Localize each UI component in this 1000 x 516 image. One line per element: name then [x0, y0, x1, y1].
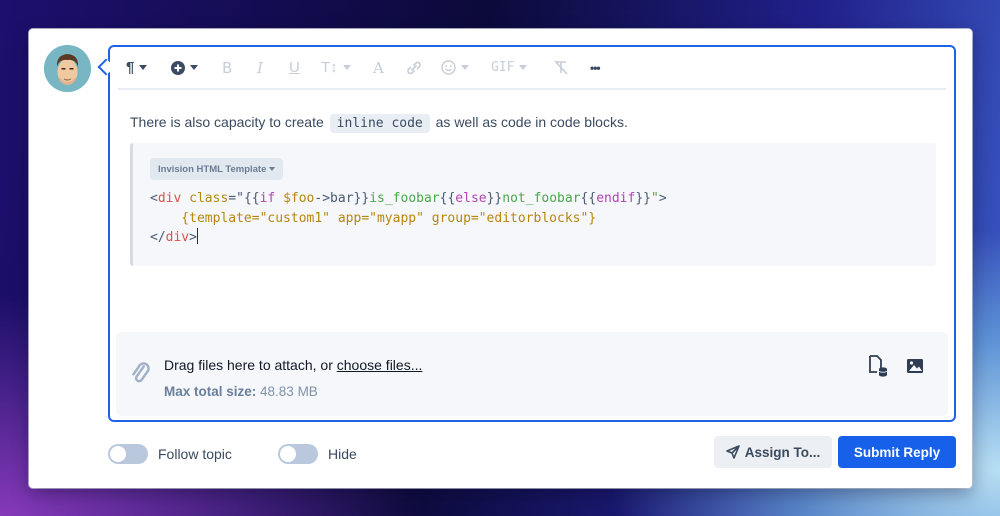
toggle-switch[interactable]	[278, 444, 318, 464]
clear-formatting-icon	[554, 60, 568, 75]
code-token: {{	[243, 191, 260, 206]
bold-icon: B	[222, 58, 233, 77]
smile-icon	[441, 60, 456, 75]
drag-text: Drag files here to attach, or	[164, 357, 337, 373]
max-size: Max total size: 48.83 MB	[164, 384, 318, 399]
paragraph: There is also capacity to create inline …	[130, 111, 934, 135]
user-face-icon	[44, 45, 91, 92]
code-token: div	[165, 230, 190, 245]
follow-topic-label: Follow topic	[158, 446, 232, 462]
gif-button[interactable]: GIF	[491, 56, 528, 80]
text: There is also capacity to create	[130, 114, 328, 130]
code-token: class	[181, 191, 229, 206]
emoji-button[interactable]	[441, 56, 469, 80]
text-color-icon: A	[373, 58, 384, 77]
text-color-button[interactable]: A	[373, 56, 384, 80]
code-token: {{	[439, 191, 456, 206]
insert-existing-file-button[interactable]	[866, 354, 890, 378]
choose-files-link[interactable]: choose files...	[337, 357, 423, 373]
link-icon	[407, 61, 421, 74]
attachment-dropzone[interactable]: Drag files here to attach, or choose fil…	[116, 332, 948, 416]
underline-icon: U	[289, 59, 300, 76]
chevron-down-icon	[519, 65, 528, 70]
code-token: >	[189, 230, 197, 245]
attach-instructions: Drag files here to attach, or choose fil…	[164, 357, 422, 373]
code-token: div	[157, 191, 182, 206]
hide-toggle[interactable]: Hide	[278, 444, 357, 464]
image-icon	[907, 359, 923, 373]
code-token: ->bar}}	[314, 191, 370, 206]
text-cursor	[196, 228, 199, 244]
code-token: >	[658, 191, 667, 206]
code-language-select[interactable]: Invision HTML Template	[150, 158, 284, 180]
code-token: else	[455, 191, 487, 206]
follow-topic-toggle[interactable]: Follow topic	[108, 444, 232, 464]
editor-content[interactable]: There is also capacity to create inline …	[130, 111, 936, 266]
more-button[interactable]: •••	[590, 56, 601, 80]
code-text[interactable]: <div class="{{if $foo->bar}}is_foobar{{e…	[150, 189, 667, 248]
paper-plane-icon	[725, 445, 740, 459]
code-token: if	[259, 191, 276, 206]
clear-formatting-button[interactable]	[553, 56, 569, 80]
italic-icon: I	[257, 58, 263, 77]
text-size-button[interactable]: T↕	[321, 56, 351, 80]
bold-button[interactable]: B	[222, 56, 232, 80]
chevron-down-icon	[190, 65, 198, 70]
chevron-down-icon	[269, 167, 276, 171]
editor-toolbar: ¶ B I U T↕ A GIF •••	[118, 47, 946, 90]
code-token: ="	[228, 191, 244, 206]
code-line: </div>	[150, 228, 667, 248]
code-token: endif	[596, 191, 636, 206]
code-token: {{	[580, 191, 597, 206]
toggle-knob	[280, 446, 296, 462]
file-database-icon	[869, 355, 888, 377]
code-token: }}	[486, 191, 503, 206]
assign-to-button[interactable]: Assign To...	[714, 436, 832, 468]
paragraph-format-button[interactable]: ¶	[126, 56, 148, 80]
toggle-switch[interactable]	[108, 444, 148, 464]
max-size-label: Max total size:	[164, 384, 257, 399]
reply-footer: Follow topic Hide Assign To... Submit Re…	[0, 436, 1000, 470]
assign-to-label: Assign To...	[744, 444, 821, 460]
code-block[interactable]: Invision HTML Template <div class="{{if …	[130, 143, 936, 266]
link-button[interactable]	[405, 56, 423, 80]
insert-image-button[interactable]	[904, 354, 928, 378]
code-token: }}	[635, 191, 651, 206]
code-line: <div class="{{if $foo->bar}}is_foobar{{e…	[150, 189, 667, 209]
code-token: <	[150, 191, 158, 206]
code-token: {template="custom1" app="myapp" group="e…	[150, 210, 597, 226]
hide-label: Hide	[328, 446, 357, 462]
code-token: $foo	[275, 191, 315, 206]
code-token: </	[150, 230, 166, 245]
avatar	[44, 45, 91, 92]
underline-button[interactable]: U	[289, 56, 300, 80]
insert-button[interactable]	[171, 56, 198, 80]
paragraph-icon: ¶	[126, 59, 135, 76]
text-size-icon: T↕	[321, 59, 338, 76]
code-token: is_foobar	[369, 191, 440, 206]
submit-reply-label: Submit Reply	[853, 444, 941, 460]
max-size-value: 48.83 MB	[256, 384, 318, 399]
code-token: "	[651, 191, 659, 206]
paperclip-icon	[132, 362, 150, 383]
toggle-knob	[110, 446, 126, 462]
code-language-label: Invision HTML Template	[158, 163, 267, 175]
chevron-down-icon	[139, 65, 148, 70]
gif-icon: GIF	[491, 60, 515, 75]
inline-code: inline code	[329, 114, 430, 133]
code-line: {template="custom1" app="myapp" group="e…	[150, 209, 667, 229]
italic-button[interactable]: I	[257, 56, 263, 80]
code-token: not_foobar	[502, 191, 581, 206]
chevron-down-icon	[461, 65, 469, 70]
plus-circle-icon	[171, 60, 185, 75]
chevron-down-icon	[342, 65, 351, 70]
submit-reply-button[interactable]: Submit Reply	[838, 436, 956, 468]
reply-editor[interactable]: ¶ B I U T↕ A GIF ••• There is also capac…	[108, 45, 956, 422]
text: as well as code in code blocks.	[431, 114, 628, 130]
more-icon: •••	[590, 60, 601, 75]
